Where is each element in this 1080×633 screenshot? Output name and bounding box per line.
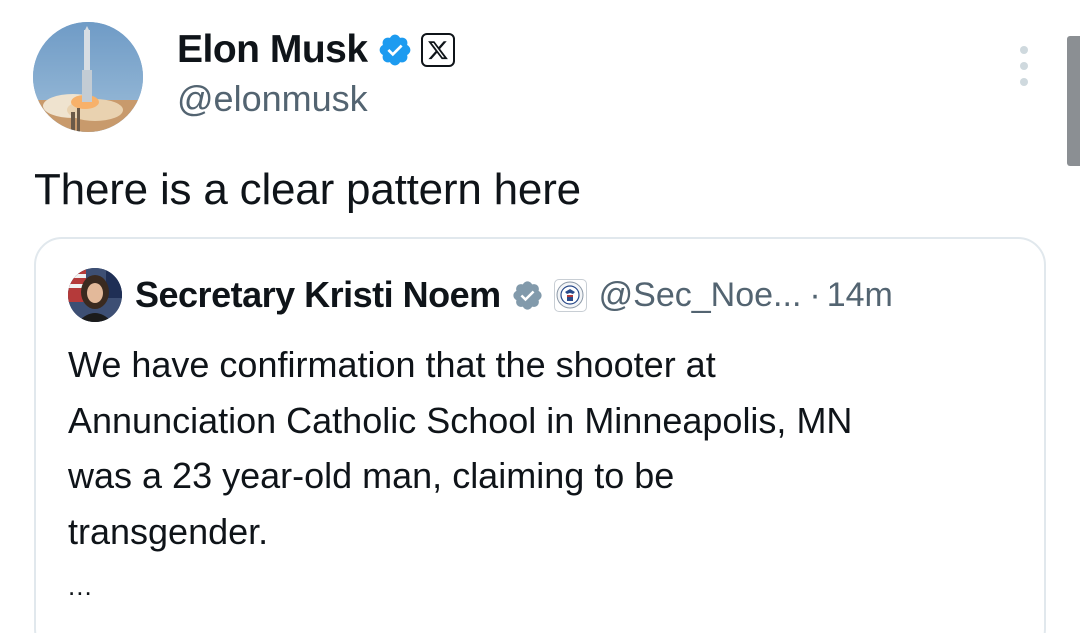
- author-name[interactable]: Elon Musk: [177, 28, 368, 72]
- quoted-tweet-header: Secretary Kristi Noem @Sec_Noe... · 14m: [68, 268, 893, 322]
- more-options-icon[interactable]: [1011, 46, 1037, 86]
- quoted-text-line: was a 23 year-old man, claiming to be: [68, 455, 675, 496]
- quoted-tweet-card[interactable]: Secretary Kristi Noem @Sec_Noe... · 14m …: [34, 237, 1046, 633]
- author-handle[interactable]: @elonmusk: [177, 78, 368, 120]
- quoted-tweet-text: We have confirmation that the shooter at…: [68, 337, 1028, 559]
- quoted-author-name[interactable]: Secretary Kristi Noem: [135, 274, 501, 316]
- quoted-text-line: Annunciation Catholic School in Minneapo…: [68, 399, 853, 441]
- scrollbar[interactable]: [1067, 36, 1080, 166]
- tweet-text: There is a clear pattern here: [34, 165, 581, 214]
- dhs-seal-icon: [553, 278, 587, 312]
- quoted-text-line: transgender.: [68, 510, 269, 552]
- verified-badge-icon: [379, 34, 410, 66]
- gray-verified-badge-icon: [513, 280, 542, 310]
- truncation-ellipsis: ...: [68, 571, 93, 601]
- x-affiliation-icon: [420, 33, 455, 67]
- author-name-row: Elon Musk: [177, 28, 455, 72]
- rocket-launch-avatar: [33, 22, 143, 132]
- quoted-tweet-timestamp[interactable]: 14m: [827, 276, 893, 315]
- author-avatar[interactable]: [33, 22, 143, 132]
- quoted-text-line: We have confirmation that the shooter at: [68, 344, 716, 385]
- quoted-author-handle[interactable]: @Sec_Noe...: [599, 276, 802, 315]
- header-separator: ·: [809, 275, 821, 314]
- portrait-avatar: [68, 268, 122, 322]
- quoted-author-avatar[interactable]: [68, 268, 122, 322]
